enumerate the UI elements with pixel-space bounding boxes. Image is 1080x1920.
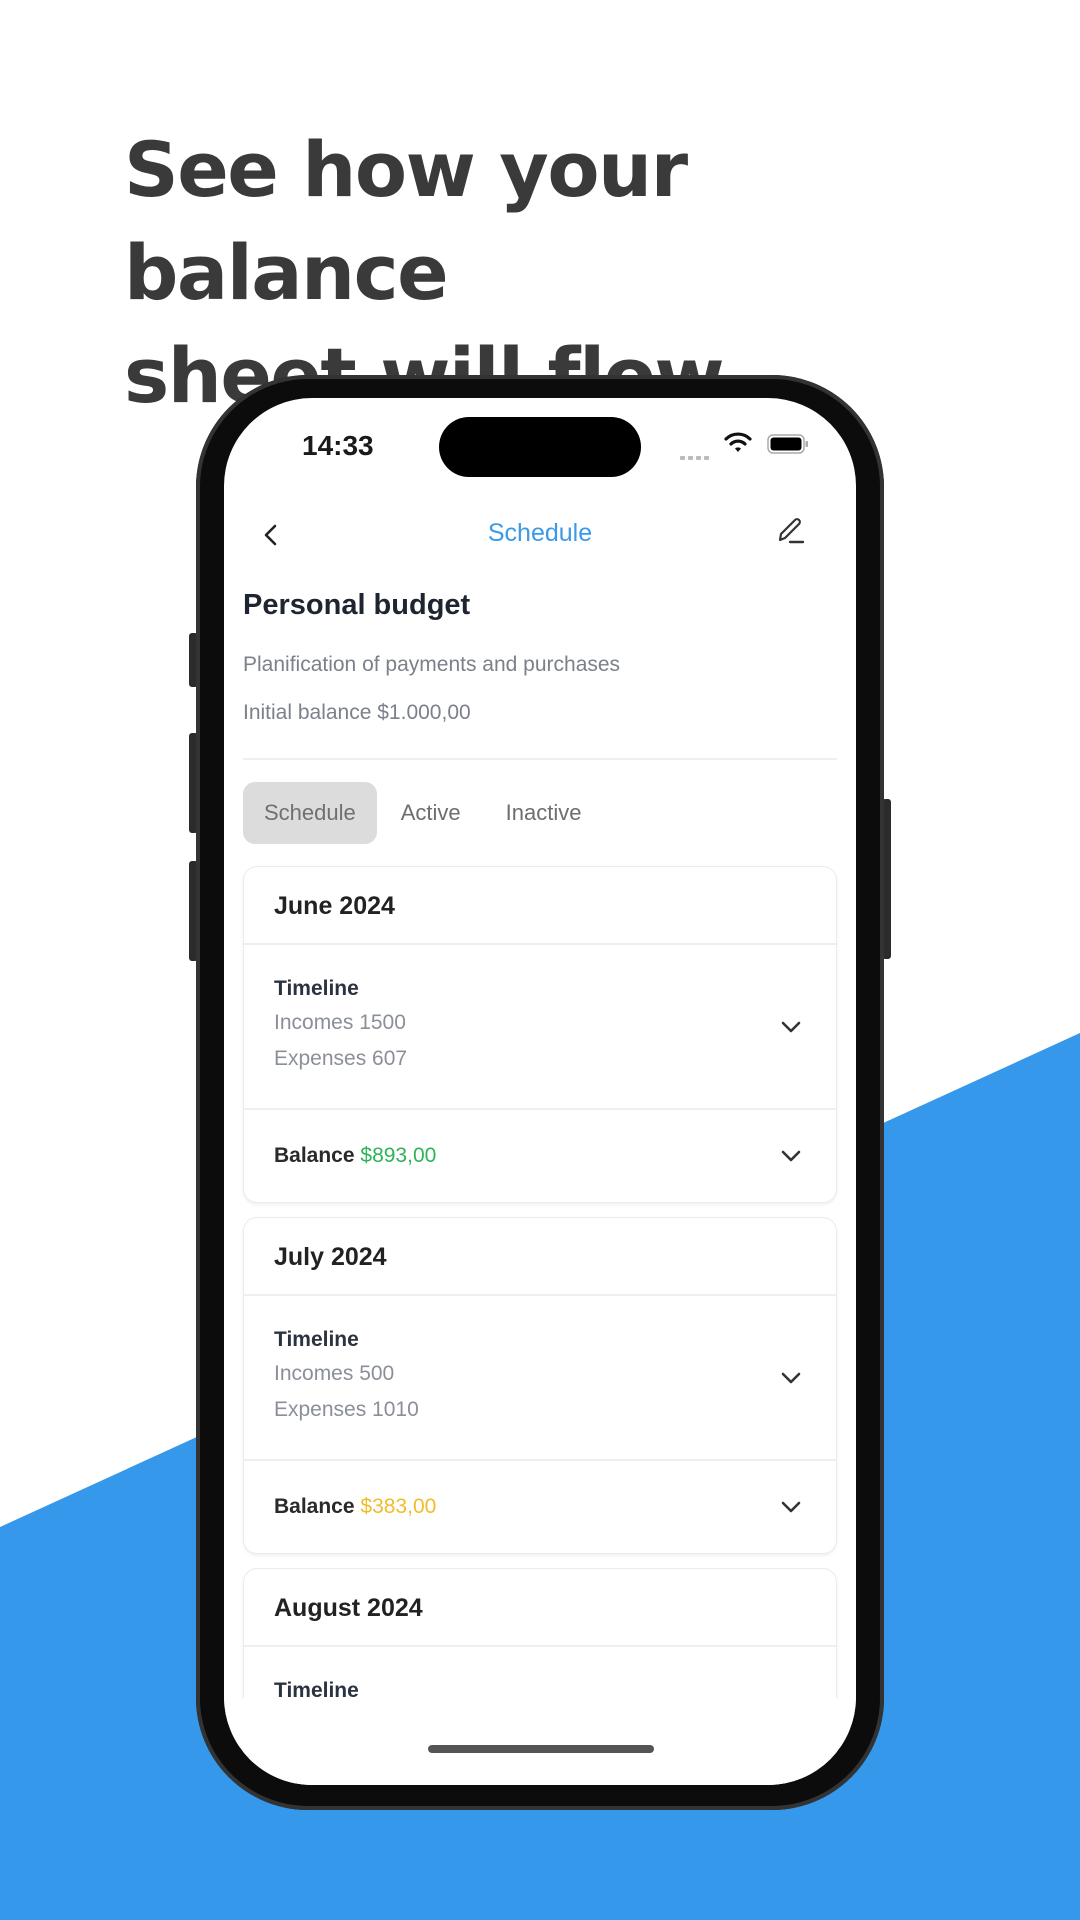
timeline-label: Timeline (274, 977, 359, 1000)
balance-label: Balance (274, 1144, 355, 1167)
incomes-text: Incomes 500 (274, 1362, 395, 1385)
expenses-text: Expenses 1010 (274, 1398, 419, 1421)
expenses-text: Expenses 607 (274, 1047, 408, 1070)
month-card: June 2024 Timeline Incomes 1500 Expenses… (243, 866, 837, 1203)
balance-section[interactable]: Balance $893,00 (244, 1110, 836, 1202)
tab-active[interactable]: Active (380, 782, 482, 844)
month-title: August 2024 (244, 1569, 836, 1647)
page-title: Personal budget (243, 589, 471, 621)
wifi-icon (724, 432, 752, 452)
initial-balance: Initial balance $1.000,00 (243, 701, 471, 724)
month-list: June 2024 Timeline Incomes 1500 Expenses… (243, 866, 837, 1785)
chevron-down-icon[interactable] (780, 1371, 802, 1385)
dynamic-island (439, 417, 641, 477)
chevron-down-icon[interactable] (780, 1149, 802, 1163)
section-divider (243, 758, 837, 760)
segment-tabs: Schedule Active Inactive (243, 782, 606, 844)
balance-value-positive: $893,00 (360, 1144, 437, 1167)
nav-title: Schedule (487, 519, 593, 547)
balance-label: Balance (274, 1495, 355, 1518)
tab-schedule[interactable]: Schedule (243, 782, 377, 844)
bottom-safe-area (224, 1698, 856, 1785)
balance-section[interactable]: Balance $383,00 (244, 1461, 836, 1553)
phone-screen: 14:33 Schedule Personal budget Planifica… (224, 398, 856, 1785)
chevron-down-icon[interactable] (780, 1020, 802, 1034)
battery-icon (767, 434, 808, 454)
month-title: July 2024 (244, 1218, 836, 1296)
budget-description: Planification of payments and purchases (243, 653, 621, 676)
month-card: July 2024 Timeline Incomes 500 Expenses … (243, 1217, 837, 1554)
tab-inactive[interactable]: Inactive (485, 782, 603, 844)
phone-frame: 14:33 Schedule Personal budget Planifica… (196, 375, 884, 1810)
balance-value-warning: $383,00 (360, 1495, 437, 1518)
pencil-icon[interactable] (776, 516, 806, 546)
month-title: June 2024 (244, 867, 836, 945)
timeline-label: Timeline (274, 1328, 359, 1351)
incomes-text: Incomes 1500 (274, 1011, 406, 1034)
status-time: 14:33 (302, 430, 374, 461)
navigation-bar: Schedule (224, 510, 856, 560)
timeline-section[interactable]: Timeline Incomes 500 Expenses 1010 (244, 1296, 836, 1461)
home-indicator[interactable] (428, 1745, 654, 1753)
headline-line-1: See how your balance (124, 125, 688, 317)
chevron-down-icon[interactable] (780, 1500, 802, 1514)
timeline-section[interactable]: Timeline Incomes 1500 Expenses 607 (244, 945, 836, 1110)
cellular-signal-icon (680, 447, 712, 460)
